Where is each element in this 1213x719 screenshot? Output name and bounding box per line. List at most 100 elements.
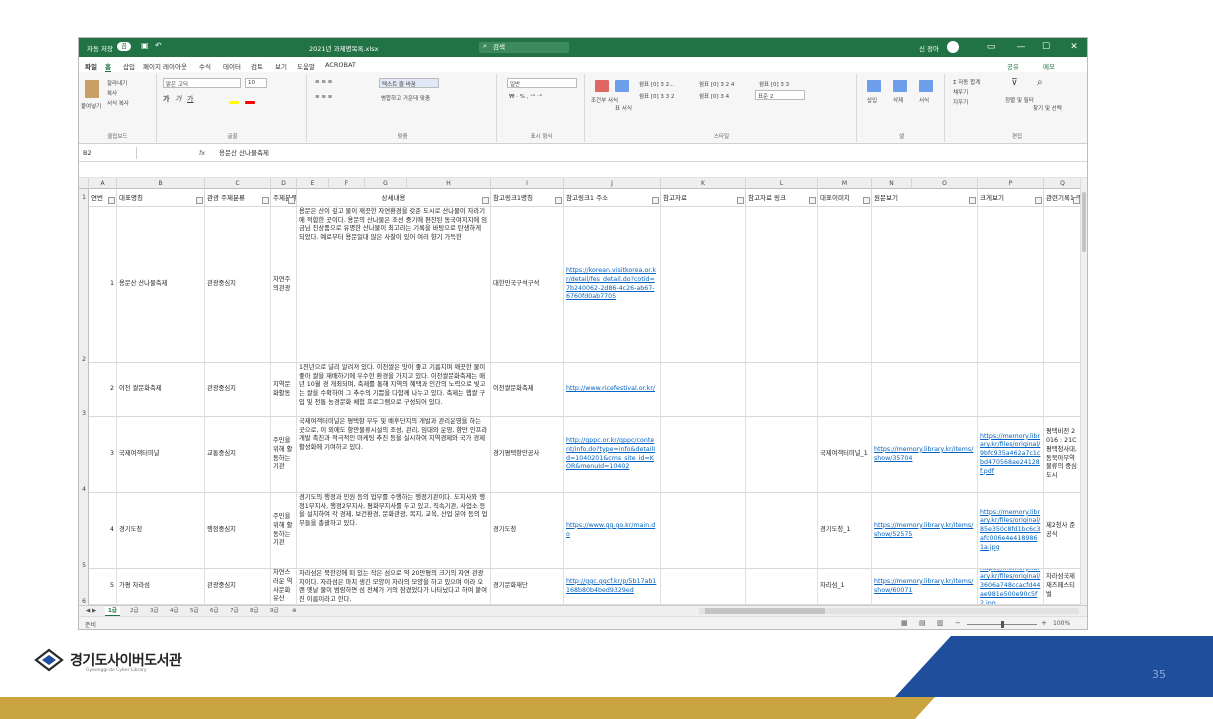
view-normal-icon[interactable]: ▦ [901,619,908,627]
cell-detail[interactable]: 용문은 산이 깊고 물이 깨끗한 자연환경을 갖춘 도시로 산나물이 자라기에 … [297,207,491,363]
cell-link-url[interactable]: https://korean.visitkorea.or.kr/detail/f… [564,207,661,363]
cell-related[interactable]: 평택비전 2016 : 21C 평택청사대, 동북아무역물류의 중심도시 [1044,417,1082,493]
minimize-icon[interactable]: — [1014,41,1028,53]
col-n[interactable]: N [872,178,912,189]
row-header-1[interactable]: 1 [79,189,89,207]
sheet-nav-icon[interactable]: ◀ ▶ [83,607,99,616]
font-name-select[interactable]: 맑은 고딕 [163,78,241,88]
col-a[interactable]: A [89,178,117,189]
cell-rep-image[interactable] [818,363,872,417]
cell-reference[interactable] [661,493,746,569]
cell-reference[interactable] [661,363,746,417]
cell-name[interactable]: 가평 자라섬 [117,569,205,605]
format-cells-button[interactable]: 서식 [919,96,929,104]
sort-filter-button[interactable]: 정렬 및 필터 [1005,96,1034,104]
cell-link-url[interactable]: http://www.ricefestival.or.kr/ [564,363,661,417]
cell-detail[interactable]: 국제여객터미널은 평택항 부두 및 배후단지의 개발과 관리운영을 하는 곳으로… [297,417,491,493]
clear-button[interactable]: 지우기 [953,98,968,106]
cell-detail[interactable]: 자라섬은 북한강에 떠 있는 작은 섬으로 약 20만평의 크기의 자연 관광지… [297,569,491,605]
format-cells-icon[interactable] [919,80,933,92]
tab-review[interactable]: 검토 [251,61,263,71]
cell-reference[interactable] [661,569,746,605]
style-cell-1[interactable]: 쉼표 [0] 3 2... [639,80,674,88]
close-icon[interactable]: ✕ [1067,41,1081,53]
fx-icon[interactable]: fx [199,147,205,159]
cell-subtheme[interactable]: 주민을 위해 활동하는 기관 [271,417,297,493]
style-cell-6[interactable]: 표준 2 [755,90,805,100]
col-q[interactable]: Q [1044,178,1082,189]
tab-data[interactable]: 데이터 [223,61,241,71]
header-theme[interactable]: 관광 주제분류 [205,189,271,207]
zoom-slider-thumb[interactable] [1001,621,1004,628]
header-reference[interactable]: 참고자료 [661,189,746,207]
cell-reference-link[interactable] [746,493,818,569]
cell-subtheme[interactable]: 자연스러운 역사문화유산 [271,569,297,605]
zoom-out-icon[interactable]: − [955,619,961,627]
sheet-tab[interactable]: 7급 [227,607,242,616]
copy-button[interactable]: 복사 [107,89,117,97]
cell-original[interactable]: https://memory.library.kr/items/show/357… [872,417,978,493]
cell-detail[interactable]: 경기도의 행정과 민원 등의 업무를 수행하는 행정기관이다. 도지사와 행정1… [297,493,491,569]
cell-reference-link[interactable] [746,207,818,363]
cell-subtheme[interactable]: 지역문화활동 [271,363,297,417]
header-reference-link[interactable]: 참고자료 링크 [746,189,818,207]
cell-link-name[interactable]: 경기평택항만공사 [491,417,564,493]
sheet-tab[interactable]: 1급 [105,607,120,616]
tab-file[interactable]: 파일 [85,61,97,71]
cell-rep-image[interactable]: 국제여객터미널_1 [818,417,872,493]
font-size-select[interactable]: 10 [245,78,267,88]
name-box[interactable]: B2 [81,147,137,159]
save-icon[interactable]: ▣ [141,41,149,50]
cell-link-url[interactable]: http://ggc.ggcf.kr/p/5b17ab1168b80b4bed9… [564,569,661,605]
sheet-tab[interactable]: 3급 [147,607,162,616]
tab-formulas[interactable]: 수식 [199,61,211,71]
row-header-5[interactable]: 5 [79,493,89,569]
cell-link-name[interactable]: 경기도청 [491,493,564,569]
cell-name[interactable]: 이천 쌀문화축제 [117,363,205,417]
col-l[interactable]: L [746,178,818,189]
cell-link-url[interactable]: https://www.gg.go.kr/main.do [564,493,661,569]
sort-filter-icon[interactable]: ⊽ [1011,78,1018,88]
sheet-tab[interactable]: 5급 [187,607,202,616]
autosum-button[interactable]: Σ 자동 합계 [953,78,980,86]
cell-large[interactable]: https://memory.library.kr/files/original… [978,569,1044,605]
search-box[interactable]: 검색 [479,42,569,53]
header-detail[interactable]: 상세내용 [297,189,491,207]
zoom-level[interactable]: 100% [1053,620,1070,627]
cell-large[interactable]: https://memory.library.kr/files/original… [978,417,1044,493]
paste-icon[interactable] [85,80,99,98]
cell-related[interactable]: 제2청사 준공식 [1044,493,1082,569]
cell-subtheme[interactable]: 주민을 위해 활동하는 기관 [271,493,297,569]
h-scroll-thumb[interactable] [705,608,825,614]
font-color-icon[interactable] [245,101,255,104]
fill-button[interactable]: 채우기 [953,88,968,96]
col-f[interactable]: F [329,178,365,189]
style-cell-5[interactable]: 쉼표 [0] 3 4 [699,92,729,100]
cell-rep-image[interactable]: 자라섬_1 [818,569,872,605]
sheet-tab[interactable]: 6급 [207,607,222,616]
header-rep-image[interactable]: 대표이미지 [818,189,872,207]
header-link-url[interactable]: 참고링크1 주소 [564,189,661,207]
cell-theme[interactable]: 교통중심지 [205,417,271,493]
autosave-toggle[interactable]: 끔 [117,42,131,51]
header-related[interactable]: 관련기록1 명칭 [1044,189,1082,207]
bold-icon[interactable]: 가 [163,94,169,104]
cell-link-name[interactable]: 경기문화재단 [491,569,564,605]
cell-detail[interactable]: 1천년으로 널리 알려져 있다. 이천쌀은 맛이 좋고 기름지며 깨끗한 물이 … [297,363,491,417]
find-select-button[interactable]: 찾기 및 선택 [1033,104,1062,112]
format-painter-button[interactable]: 서식 복사 [107,99,129,107]
cell-subtheme[interactable]: 자연주의관광 [271,207,297,363]
select-all[interactable] [79,178,89,189]
cell-original[interactable]: https://memory.library.kr/items/show/600… [872,569,978,605]
cell-link-name[interactable]: 대한민국구석구석 [491,207,564,363]
col-h[interactable]: H [407,178,491,189]
conditional-format-button[interactable]: 조건부 서식 [591,96,618,104]
style-cell-4[interactable]: 쉼표 [0] 3 3 2 [639,92,674,100]
zoom-in-icon[interactable]: + [1041,619,1047,627]
merge-center-button[interactable]: 병합하고 가운데 맞춤 [381,94,430,102]
cell-original[interactable] [872,207,978,363]
col-k[interactable]: K [661,178,746,189]
tab-insert[interactable]: 삽입 [123,61,135,71]
delete-cells-icon[interactable] [893,80,907,92]
conditional-format-icon[interactable] [595,80,609,92]
